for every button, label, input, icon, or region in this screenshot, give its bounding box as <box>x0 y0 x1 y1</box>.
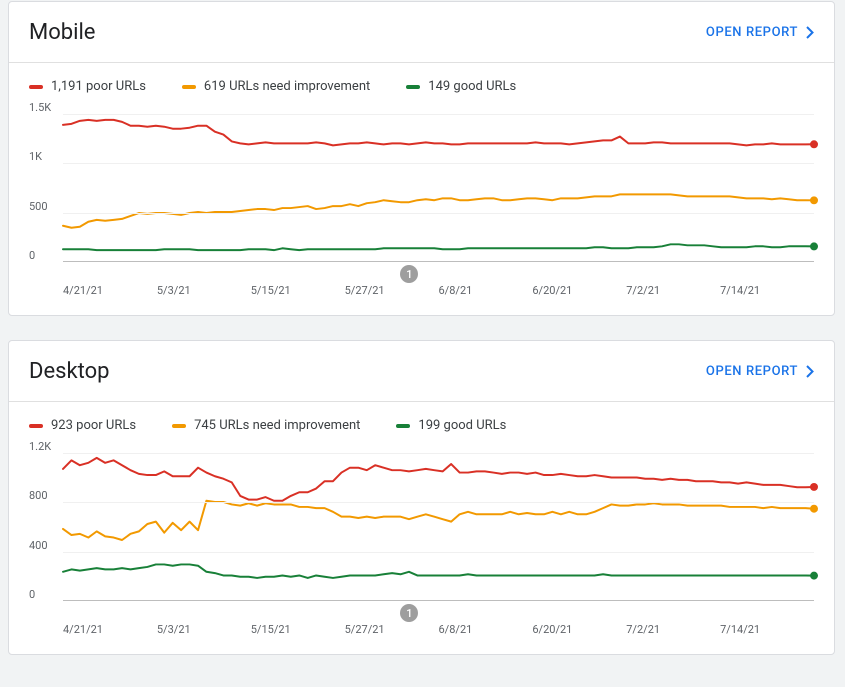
card-header: Mobile OPEN REPORT <box>9 2 834 62</box>
x-tick: 7/14/21 <box>720 284 814 297</box>
series-end-dot <box>810 572 818 580</box>
legend-swatch <box>29 85 43 89</box>
chevron-right-icon <box>806 365 814 378</box>
chart-area: 1.5K1K5000 1 4/21/215/3/215/15/215/27/21… <box>9 100 834 315</box>
legend: 923 poor URLs 745 URLs need improvement … <box>9 402 834 439</box>
gridline <box>63 163 814 164</box>
legend-item-good: 149 good URLs <box>406 79 516 94</box>
x-tick: 7/2/21 <box>626 623 720 636</box>
x-tick: 4/21/21 <box>63 623 157 636</box>
gridline <box>63 114 814 115</box>
legend-label: 619 URLs need improvement <box>204 79 370 94</box>
legend-swatch <box>396 424 410 428</box>
legend-item-poor: 1,191 poor URLs <box>29 79 146 94</box>
x-tick: 6/20/21 <box>532 623 626 636</box>
plot: 1 <box>63 453 814 601</box>
x-tick: 6/20/21 <box>532 284 626 297</box>
chevron-right-icon <box>806 26 814 39</box>
x-tick: 5/15/21 <box>251 623 345 636</box>
mobile-card: Mobile OPEN REPORT 1,191 poor URLs 619 U… <box>8 1 835 316</box>
open-report-label: OPEN REPORT <box>706 25 798 40</box>
chart-svg <box>63 114 814 261</box>
gridline <box>63 552 814 553</box>
card-title: Mobile <box>29 20 95 45</box>
series-end-dot <box>810 483 818 491</box>
legend-swatch <box>29 424 43 428</box>
legend-label: 199 good URLs <box>418 418 506 433</box>
legend-swatch <box>182 85 196 89</box>
card-title: Desktop <box>29 359 110 384</box>
card-header: Desktop OPEN REPORT <box>9 341 834 401</box>
legend-swatch <box>406 85 420 89</box>
annotation-marker[interactable]: 1 <box>400 265 418 283</box>
open-report-link[interactable]: OPEN REPORT <box>706 25 814 40</box>
chart-area: 1.2K8004000 1 4/21/215/3/215/15/215/27/2… <box>9 439 834 654</box>
legend-label: 149 good URLs <box>428 79 516 94</box>
x-tick: 5/3/21 <box>157 623 251 636</box>
series-end-dot <box>810 505 818 513</box>
x-axis: 4/21/215/3/215/15/215/27/216/8/216/20/21… <box>63 623 814 636</box>
x-tick: 5/27/21 <box>345 623 439 636</box>
series-good <box>63 564 814 578</box>
series-good <box>63 244 814 250</box>
legend-label: 1,191 poor URLs <box>51 79 146 94</box>
x-tick: 6/8/21 <box>439 284 533 297</box>
legend-swatch <box>172 424 186 428</box>
open-report-label: OPEN REPORT <box>706 364 798 379</box>
x-tick: 5/27/21 <box>345 284 439 297</box>
x-tick: 7/2/21 <box>626 284 720 297</box>
legend: 1,191 poor URLs 619 URLs need improvemen… <box>9 63 834 100</box>
desktop-card: Desktop OPEN REPORT 923 poor URLs 745 UR… <box>8 340 835 655</box>
legend-item-good: 199 good URLs <box>396 418 506 433</box>
series-poor <box>63 120 814 146</box>
gridline <box>63 502 814 503</box>
legend-label: 745 URLs need improvement <box>194 418 360 433</box>
legend-item-needs: 619 URLs need improvement <box>182 79 370 94</box>
series-end-dot <box>810 196 818 204</box>
x-axis: 4/21/215/3/215/15/215/27/216/8/216/20/21… <box>63 284 814 297</box>
x-tick: 4/21/21 <box>63 284 157 297</box>
chart-svg <box>63 453 814 600</box>
legend-item-needs: 745 URLs need improvement <box>172 418 360 433</box>
x-tick: 5/15/21 <box>251 284 345 297</box>
x-tick: 7/14/21 <box>720 623 814 636</box>
series-needs <box>63 501 814 540</box>
legend-item-poor: 923 poor URLs <box>29 418 136 433</box>
series-poor <box>63 458 814 501</box>
plot: 1 <box>63 114 814 262</box>
series-end-dot <box>810 242 818 250</box>
annotation-marker[interactable]: 1 <box>400 604 418 622</box>
gridline <box>63 453 814 454</box>
series-end-dot <box>810 140 818 148</box>
legend-label: 923 poor URLs <box>51 418 136 433</box>
gridline <box>63 213 814 214</box>
series-needs <box>63 194 814 227</box>
x-tick: 5/3/21 <box>157 284 251 297</box>
x-tick: 6/8/21 <box>439 623 533 636</box>
open-report-link[interactable]: OPEN REPORT <box>706 364 814 379</box>
